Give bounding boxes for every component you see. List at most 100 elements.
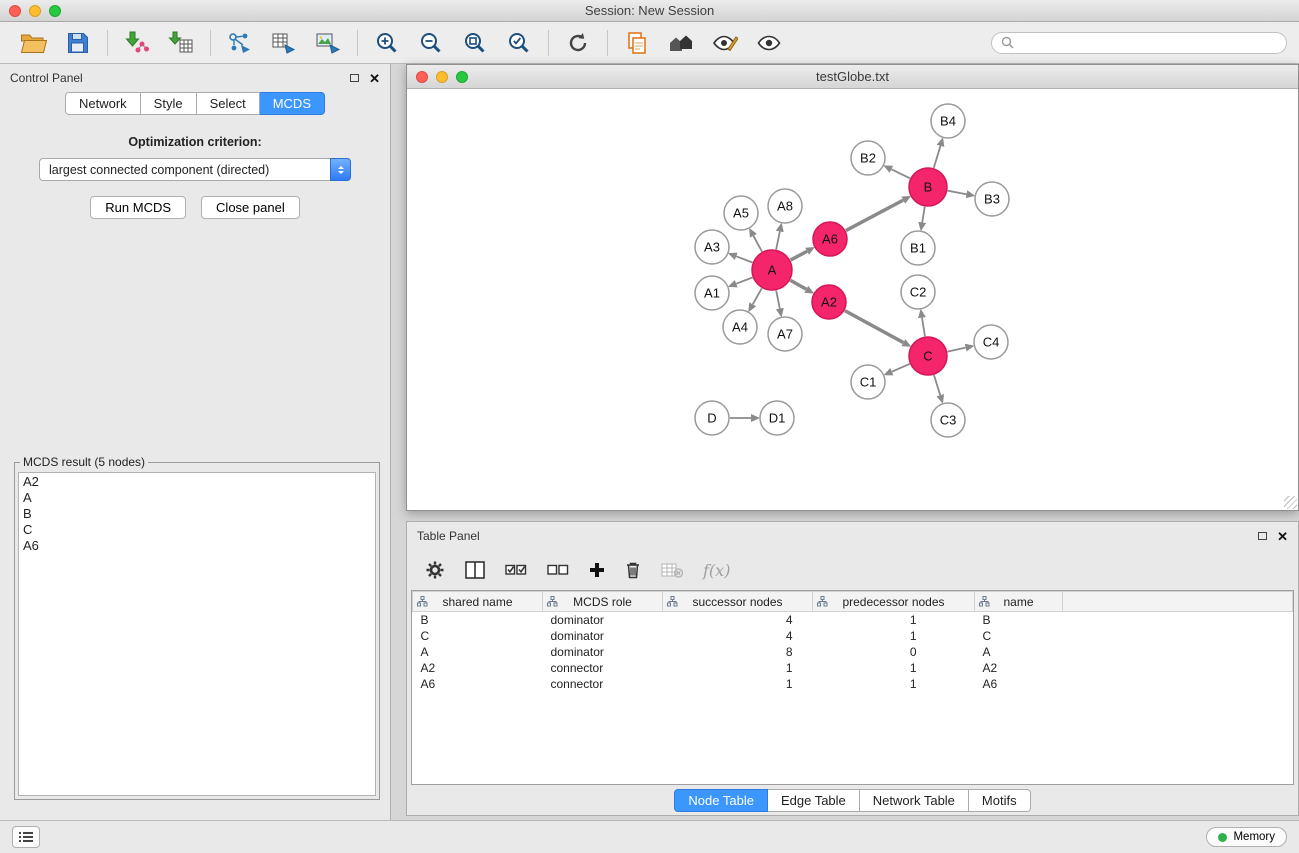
graph-edge-B-B2[interactable] [891, 169, 910, 178]
table-row[interactable]: A2connector11A2 [413, 660, 1293, 676]
tab-mcds[interactable]: MCDS [260, 92, 325, 115]
table-row[interactable]: Adominator80A [413, 644, 1293, 660]
table-close-panel-icon[interactable]: ✕ [1277, 530, 1288, 543]
zoom-window-button[interactable] [49, 5, 61, 17]
graph-node-D[interactable]: D [695, 401, 729, 435]
annotation-visibility-button[interactable] [703, 26, 747, 60]
zoom-selected-button[interactable] [497, 26, 541, 60]
zoom-fit-button[interactable] [453, 26, 497, 60]
save-session-button[interactable] [56, 26, 100, 60]
graph-edge-C-C1[interactable] [892, 364, 910, 372]
node-table[interactable]: shared nameMCDS rolesuccessor nodesprede… [411, 590, 1294, 785]
network-graph[interactable]: A5A8A3A1A4A7AA6A2BB2B4B3B1CC2C4C1C3DD1 [407, 89, 1298, 510]
open-session-button[interactable] [12, 26, 56, 60]
column-browser-button[interactable] [465, 561, 485, 579]
home-view-button[interactable] [659, 26, 703, 60]
refresh-layout-button[interactable] [556, 26, 600, 60]
graph-edge-A-A5[interactable] [753, 236, 762, 252]
tab-edge-table[interactable]: Edge Table [768, 789, 860, 812]
export-image-button[interactable] [306, 26, 350, 60]
graph-node-A4[interactable]: A4 [723, 310, 757, 344]
deselect-all-columns-button[interactable] [547, 563, 569, 577]
graph-edge-A-A3[interactable] [736, 256, 752, 262]
tab-select[interactable]: Select [197, 92, 260, 115]
table-row[interactable]: A6connector11A6 [413, 676, 1293, 692]
graph-edge-C-C2[interactable] [922, 318, 925, 337]
tab-style[interactable]: Style [141, 92, 197, 115]
close-window-button[interactable] [9, 5, 21, 17]
graph-node-C4[interactable]: C4 [974, 325, 1008, 359]
import-table-button[interactable] [159, 26, 203, 60]
graph-edge-B-B1[interactable] [922, 207, 925, 223]
memory-button[interactable]: Memory [1206, 827, 1287, 847]
graph-edge-A-A1[interactable] [736, 278, 752, 284]
clone-network-button[interactable] [615, 26, 659, 60]
mcds-result-item[interactable]: A6 [23, 538, 371, 554]
search-field[interactable] [991, 32, 1287, 54]
column-header-successor-nodes[interactable]: successor nodes [663, 592, 813, 612]
graph-edge-C-C4[interactable] [948, 348, 966, 352]
graph-edge-A-A2[interactable] [790, 280, 806, 289]
zoom-in-button[interactable] [365, 26, 409, 60]
graph-edge-C-C3[interactable] [934, 375, 940, 395]
graph-node-A1[interactable]: A1 [695, 276, 729, 310]
mcds-result-item[interactable]: C [23, 522, 371, 538]
graph-node-C[interactable]: C [909, 337, 947, 375]
graph-node-A6[interactable]: A6 [813, 222, 847, 256]
graph-edge-A-A8[interactable] [776, 231, 780, 249]
graph-node-B[interactable]: B [909, 168, 947, 206]
import-network-button[interactable] [115, 26, 159, 60]
network-zoom-button[interactable] [456, 71, 468, 83]
task-history-button[interactable] [12, 826, 40, 848]
graph-node-B2[interactable]: B2 [851, 141, 885, 175]
graph-node-B3[interactable]: B3 [975, 182, 1009, 216]
tab-motifs[interactable]: Motifs [969, 789, 1031, 812]
graph-node-A8[interactable]: A8 [768, 189, 802, 223]
column-header-shared-name[interactable]: shared name [413, 592, 543, 612]
column-header-MCDS-role[interactable]: MCDS role [543, 592, 663, 612]
graph-node-B1[interactable]: B1 [901, 231, 935, 265]
show-hide-button[interactable] [747, 26, 791, 60]
mcds-result-item[interactable]: A [23, 490, 371, 506]
mcds-result-item[interactable]: B [23, 506, 371, 522]
graph-edge-A6-B[interactable] [846, 200, 903, 230]
graph-node-A3[interactable]: A3 [695, 230, 729, 264]
mcds-result-item[interactable]: A2 [23, 474, 371, 490]
graph-node-D1[interactable]: D1 [760, 401, 794, 435]
close-panel-button[interactable]: Close panel [201, 196, 300, 219]
tab-network[interactable]: Network [65, 92, 141, 115]
table-row[interactable]: Bdominator41B [413, 612, 1293, 628]
graph-node-C3[interactable]: C3 [931, 403, 965, 437]
graph-edge-A-A4[interactable] [753, 288, 762, 304]
graph-node-C1[interactable]: C1 [851, 365, 885, 399]
network-close-button[interactable] [416, 71, 428, 83]
network-minimize-button[interactable] [436, 71, 448, 83]
graph-edge-A-A6[interactable] [791, 251, 808, 260]
tab-node-table[interactable]: Node Table [674, 789, 768, 812]
criterion-dropdown[interactable]: largest connected component (directed) [39, 158, 351, 181]
graph-node-A[interactable]: A [752, 250, 792, 290]
graph-node-A7[interactable]: A7 [768, 317, 802, 351]
export-network-button[interactable] [218, 26, 262, 60]
tab-network-table[interactable]: Network Table [860, 789, 969, 812]
float-panel-icon[interactable] [350, 74, 359, 82]
graph-node-A2[interactable]: A2 [812, 285, 846, 319]
graph-edge-B-B3[interactable] [948, 191, 967, 195]
table-settings-button[interactable] [425, 560, 445, 580]
graph-edge-A-A7[interactable] [776, 291, 780, 309]
table-row[interactable]: Cdominator41C [413, 628, 1293, 644]
export-table-button[interactable] [262, 26, 306, 60]
network-canvas[interactable]: A5A8A3A1A4A7AA6A2BB2B4B3B1CC2C4C1C3DD1 [407, 89, 1298, 510]
graph-node-C2[interactable]: C2 [901, 275, 935, 309]
close-panel-icon[interactable]: ✕ [369, 72, 380, 85]
table-float-panel-icon[interactable] [1258, 532, 1267, 540]
search-input[interactable] [1020, 36, 1277, 50]
zoom-out-button[interactable] [409, 26, 453, 60]
graph-node-A5[interactable]: A5 [724, 196, 758, 230]
select-all-columns-button[interactable] [505, 563, 527, 577]
column-header-predecessor-nodes[interactable]: predecessor nodes [813, 592, 975, 612]
graph-edge-B-B4[interactable] [934, 146, 941, 168]
column-header-name[interactable]: name [975, 592, 1063, 612]
add-column-button[interactable] [589, 562, 605, 578]
resize-grip[interactable] [1284, 496, 1297, 509]
